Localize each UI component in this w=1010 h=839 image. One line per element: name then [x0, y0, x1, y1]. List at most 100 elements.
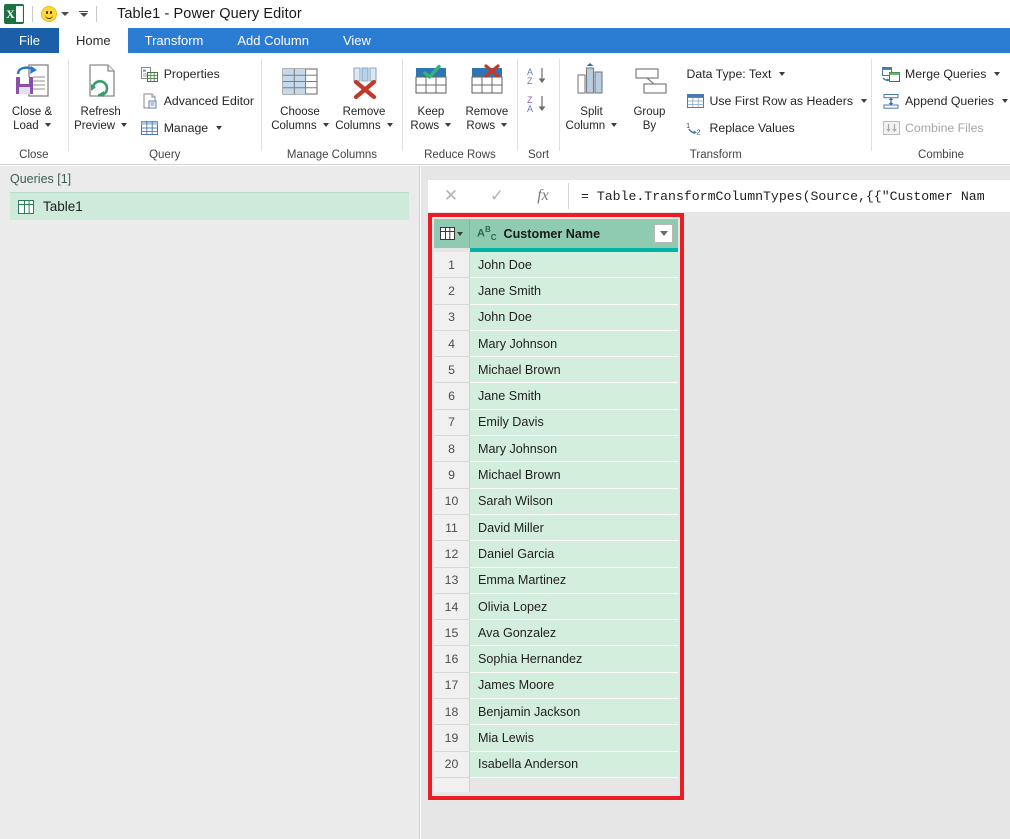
column-header-customer-name[interactable]: ABC Customer Name	[470, 219, 678, 248]
grid-footer-spacer	[434, 777, 678, 792]
formula-input[interactable]: = Table.TransformColumnTypes(Source,{{"C…	[577, 181, 1010, 211]
group-by-button[interactable]: Group By	[622, 57, 676, 133]
table-row[interactable]: 16 Sophia Hernandez	[434, 646, 678, 673]
ribbon-group-combine: Merge Queries Append Queries Combine Fil…	[872, 53, 1010, 165]
choose-columns-button[interactable]: Choose Columns	[268, 57, 332, 133]
tab-view[interactable]: View	[326, 28, 388, 53]
table-row[interactable]: 4 Mary Johnson	[434, 330, 678, 358]
excel-icon: X	[4, 4, 24, 24]
sort-descending-button[interactable]: Z A	[524, 93, 554, 115]
table-row[interactable]: 13 Emma Martinez	[434, 567, 678, 594]
split-column-button[interactable]: Split Column	[560, 57, 622, 133]
cell-customer-name[interactable]: Sarah Wilson	[470, 488, 678, 515]
cell-customer-name[interactable]: Mia Lewis	[470, 725, 678, 752]
properties-button[interactable]: Properties	[137, 62, 258, 86]
cell-customer-name[interactable]: Emma Martinez	[470, 567, 678, 594]
combine-files-icon	[882, 119, 900, 137]
ribbon-group-label-query: Query	[149, 149, 181, 161]
fx-icon[interactable]: fx	[520, 180, 566, 212]
keep-rows-button[interactable]: Keep Rows	[404, 57, 458, 133]
tab-add-column[interactable]: Add Column	[220, 28, 326, 53]
row-number: 16	[434, 646, 470, 673]
table-row[interactable]: 20 Isabella Anderson	[434, 751, 678, 778]
tab-transform[interactable]: Transform	[128, 28, 221, 53]
merge-queries-label: Merge Queries	[905, 67, 987, 81]
smiley-icon-button[interactable]	[41, 6, 69, 22]
accept-check-icon[interactable]: ✓	[474, 180, 520, 212]
remove-rows-button[interactable]: Remove Rows	[458, 57, 516, 133]
table-row[interactable]: 5 Michael Brown	[434, 357, 678, 384]
refresh-preview-button[interactable]: Refresh Preview	[69, 57, 133, 133]
table-row[interactable]: 14 Olivia Lopez	[434, 593, 678, 621]
properties-icon	[141, 65, 159, 83]
table-row[interactable]: 9 Michael Brown	[434, 462, 678, 489]
table-row[interactable]: 18 Benjamin Jackson	[434, 699, 678, 726]
cell-customer-name[interactable]: Benjamin Jackson	[470, 699, 678, 726]
cancel-x-icon[interactable]: ✕	[428, 180, 474, 212]
use-first-row-as-headers-button[interactable]: Use First Row as Headers	[682, 89, 871, 113]
combine-files-button[interactable]: Combine Files	[878, 116, 1010, 140]
customize-qat-icon[interactable]	[79, 10, 88, 18]
data-type-button[interactable]: Data Type: Text	[682, 62, 871, 86]
cell-customer-name[interactable]: Olivia Lopez	[470, 593, 678, 621]
table-row[interactable]: 8 Mary Johnson	[434, 436, 678, 463]
close-and-load-button[interactable]: Close & Load	[0, 57, 64, 133]
table-row[interactable]: 7 Emily Davis	[434, 409, 678, 437]
data-grid: ABC Customer Name 1 John Doe 2 Jane Smit…	[434, 219, 678, 792]
cell-customer-name[interactable]: Michael Brown	[470, 462, 678, 489]
row-number: 10	[434, 488, 470, 515]
cell-customer-name[interactable]: Jane Smith	[470, 278, 678, 305]
cell-customer-name[interactable]: Ava Gonzalez	[470, 620, 678, 647]
row-number: 13	[434, 567, 470, 594]
advanced-editor-button[interactable]: Advanced Editor	[137, 89, 258, 113]
select-all-grid-icon[interactable]	[434, 219, 470, 248]
cell-spacer	[470, 777, 678, 792]
cell-customer-name[interactable]: Michael Brown	[470, 357, 678, 384]
advanced-editor-label: Advanced Editor	[163, 94, 254, 108]
table-row[interactable]: 12 Daniel Garcia	[434, 541, 678, 568]
table-row[interactable]: 2 Jane Smith	[434, 278, 678, 305]
cell-customer-name[interactable]: Mary Johnson	[470, 330, 678, 358]
cell-customer-name[interactable]: James Moore	[470, 672, 678, 700]
row-number: 9	[434, 462, 470, 489]
table-row[interactable]: 17 James Moore	[434, 672, 678, 700]
merge-queries-button[interactable]: Merge Queries	[878, 62, 1010, 86]
manage-button[interactable]: Manage	[137, 116, 258, 140]
row-number: 20	[434, 751, 470, 778]
tab-home[interactable]: Home	[58, 28, 128, 53]
close-and-load-label: Close & Load	[11, 106, 53, 132]
append-queries-button[interactable]: Append Queries	[878, 89, 1010, 113]
cell-customer-name[interactable]: John Doe	[470, 252, 678, 279]
cell-customer-name[interactable]: Isabella Anderson	[470, 751, 678, 778]
table-row[interactable]: 3 John Doe	[434, 304, 678, 331]
table-row[interactable]: 10 Sarah Wilson	[434, 488, 678, 515]
cell-customer-name[interactable]: Daniel Garcia	[470, 541, 678, 568]
replace-values-button[interactable]: 1 2 Replace Values	[682, 116, 871, 140]
query-item-table1[interactable]: Table1	[10, 192, 409, 220]
properties-label: Properties	[163, 67, 220, 81]
table-row[interactable]: 19 Mia Lewis	[434, 725, 678, 752]
row-number-spacer	[434, 777, 470, 792]
table-row[interactable]: 6 Jane Smith	[434, 383, 678, 410]
table-row[interactable]: 1 John Doe	[434, 252, 678, 279]
cell-customer-name[interactable]: David Miller	[470, 514, 678, 542]
remove-columns-button[interactable]: Remove Columns	[332, 57, 396, 133]
remove-columns-label: Remove Columns	[335, 106, 393, 133]
keep-rows-label: Keep Rows	[410, 106, 452, 133]
cell-customer-name[interactable]: Jane Smith	[470, 383, 678, 410]
sort-ascending-button[interactable]: A Z	[524, 65, 554, 87]
chevron-down-icon	[457, 231, 463, 236]
ribbon-group-label-reduce-rows: Reduce Rows	[424, 149, 496, 161]
filter-dropdown-icon[interactable]	[654, 224, 673, 243]
cell-customer-name[interactable]: Emily Davis	[470, 409, 678, 437]
formula-bar-separator	[568, 183, 569, 209]
cell-customer-name[interactable]: Mary Johnson	[470, 436, 678, 463]
tab-file[interactable]: File	[0, 28, 59, 53]
choose-columns-label: Choose Columns	[271, 106, 329, 133]
append-queries-icon	[882, 92, 900, 110]
ribbon-group-sort: A Z Z A Sort	[518, 53, 560, 165]
table-row[interactable]: 15 Ava Gonzalez	[434, 620, 678, 647]
cell-customer-name[interactable]: Sophia Hernandez	[470, 646, 678, 673]
cell-customer-name[interactable]: John Doe	[470, 304, 678, 331]
table-row[interactable]: 11 David Miller	[434, 514, 678, 542]
